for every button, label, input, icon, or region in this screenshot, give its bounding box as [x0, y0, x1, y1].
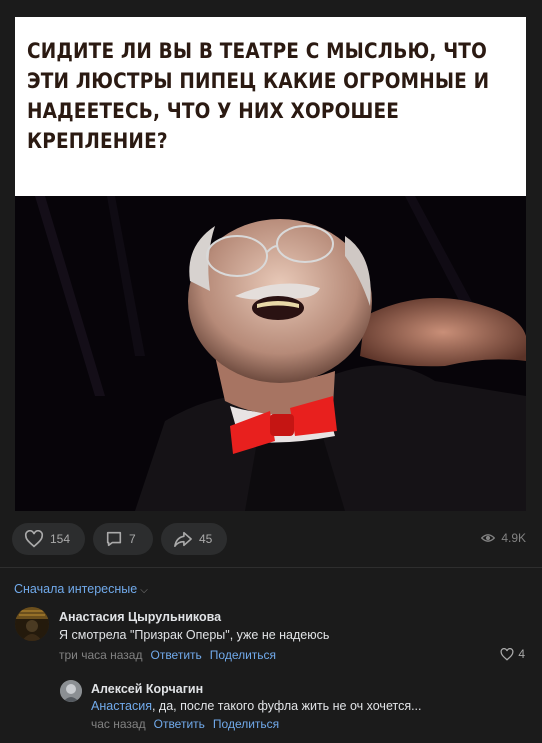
comment-like-count: 4 — [518, 647, 525, 661]
comment-count: 7 — [129, 532, 136, 546]
meme-caption-line: ЭТИ ЛЮСТРЫ ПИПЕЦ КАКИЕ ОГРОМНЫЕ И — [27, 69, 490, 94]
meme-caption-line: СИДИТЕ ЛИ ВЫ В ТЕАТРЕ С МЫСЛЬЮ, ЧТО — [27, 39, 487, 64]
reply-button[interactable]: Ответить — [154, 717, 205, 731]
meme-caption-line: КРЕПЛЕНИЕ? — [27, 129, 168, 154]
reply-body: , да, после такого фуфла жить не оч хоче… — [151, 699, 422, 713]
avatar-image — [60, 680, 82, 702]
reply-meta: час назад Ответить Поделиться — [91, 717, 279, 731]
reply-mention-link[interactable]: Анастасия — [91, 699, 152, 713]
post-action-bar: 154 7 45 4.9K — [12, 523, 530, 555]
comment-button[interactable]: 7 — [93, 523, 153, 555]
reply-button[interactable]: Ответить — [150, 648, 201, 662]
meme-caption-line: НАДЕЕТЕСЬ, ЧТО У НИХ ХОРОШЕЕ — [27, 99, 400, 124]
comments-sort-dropdown[interactable]: Сначала интересные ⌵ — [14, 582, 148, 596]
section-divider — [0, 567, 542, 568]
sort-label: Сначала интересные — [14, 582, 138, 596]
view-count: 4.9K — [501, 531, 526, 545]
view-counter: 4.9K — [481, 531, 526, 545]
reply-author[interactable]: Алексей Корчагин — [91, 682, 203, 696]
share-button[interactable]: 45 — [161, 523, 227, 555]
chevron-down-icon: ⌵ — [140, 585, 148, 596]
meme-photo — [15, 196, 526, 511]
comment-author[interactable]: Анастасия Цырульникова — [59, 610, 221, 624]
comment-text: Я смотрела "Призрак Оперы", уже не надею… — [59, 628, 330, 642]
eye-icon — [481, 534, 496, 542]
heart-icon — [500, 647, 514, 661]
comment-icon — [106, 531, 122, 547]
reply-text: Анастасия, да, после такого фуфла жить н… — [91, 699, 422, 713]
like-count: 154 — [50, 532, 71, 546]
avatar-image — [15, 607, 49, 641]
share-icon — [174, 531, 192, 548]
meme-caption: СИДИТЕ ЛИ ВЫ В ТЕАТРЕ С МЫСЛЬЮ, ЧТО ЭТИ … — [27, 37, 490, 157]
man-looking-up-illustration — [15, 196, 526, 511]
post-image[interactable]: СИДИТЕ ЛИ ВЫ В ТЕАТРЕ С МЫСЛЬЮ, ЧТО ЭТИ … — [15, 17, 526, 511]
comment-time[interactable]: три часа назад — [59, 648, 142, 662]
like-button[interactable]: 154 — [12, 523, 85, 555]
share-count: 45 — [199, 532, 213, 546]
comment-like-button[interactable]: 4 — [500, 647, 525, 661]
avatar[interactable] — [15, 607, 49, 641]
heart-icon — [24, 530, 44, 548]
avatar[interactable] — [60, 680, 82, 702]
comment-meta: три часа назад Ответить Поделиться — [59, 648, 276, 662]
reply-time[interactable]: час назад — [91, 717, 146, 731]
share-comment-button[interactable]: Поделиться — [213, 717, 279, 731]
share-comment-button[interactable]: Поделиться — [210, 648, 276, 662]
